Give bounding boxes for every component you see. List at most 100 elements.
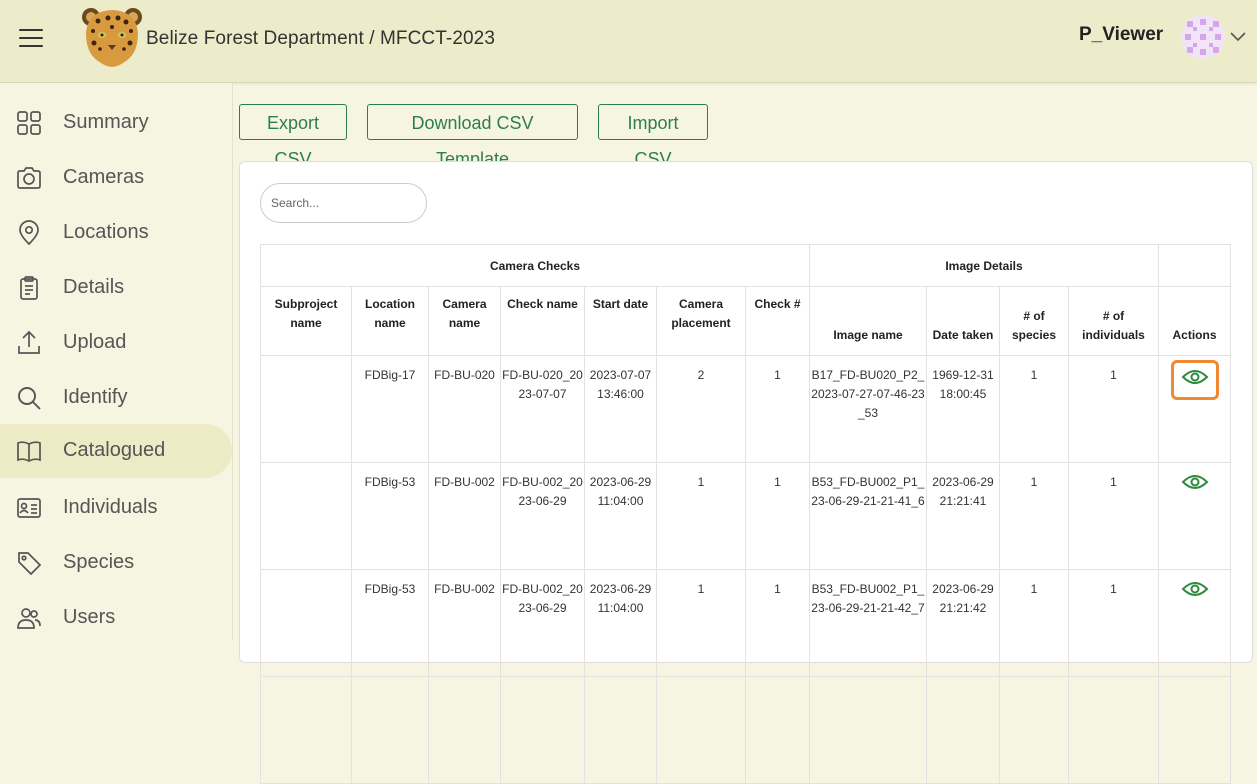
cell-image-name: B17_FD-BU020_P2_2023-07-27-07-46-23_53 (809, 355, 927, 463)
table-row[interactable]: FDBig-53 FD-BU-002 FD-BU-002_2023-06-29 … (260, 569, 1231, 677)
sidebar-item-cameras[interactable]: Cameras (0, 151, 232, 205)
cell-location: FDBig-53 (351, 462, 429, 570)
chevron-down-icon[interactable] (1229, 29, 1247, 43)
column-header-image-name[interactable]: Image name (809, 286, 927, 356)
cell-camera: FD-BU-002 (428, 569, 501, 677)
download-csv-template-button[interactable]: Download CSV Template (367, 104, 578, 169)
cell-start-date: 2023-07-07 13:46:00 (584, 355, 657, 463)
id-card-icon (17, 498, 41, 518)
cell-subproject (260, 462, 352, 570)
clipboard-icon (20, 276, 38, 300)
group-header-image-details: Image Details (809, 244, 1159, 287)
sidebar-item-label: Cameras (63, 166, 145, 188)
cell-actions (1158, 462, 1231, 570)
cell-check-name: FD-BU-002_2023-06-29 (500, 569, 585, 677)
sidebar-item-label: Individuals (63, 496, 158, 518)
search-icon (18, 387, 41, 410)
cell-image-name: B53_FD-BU002_P1_23-06-29-21-21-42_7 (809, 569, 927, 677)
cell-species: 1 (999, 569, 1069, 677)
sidebar-item-label: Summary (63, 111, 149, 133)
sidebar-item-label: Upload (63, 331, 127, 353)
column-header-camera[interactable]: Camera name (428, 286, 501, 356)
cell-check-number: 1 (745, 569, 810, 677)
column-header-species-count[interactable]: # of species (999, 286, 1069, 356)
sidebar-item-label: Users (63, 606, 116, 628)
cell-date-taken: 2023-06-29 21:21:41 (926, 462, 1000, 570)
cell-species: 1 (999, 355, 1069, 463)
catalogue-card: Camera Checks Image Details Subproject n… (239, 161, 1253, 784)
jaguar-logo (82, 8, 142, 67)
catalogue-table: Camera Checks Image Details Subproject n… (260, 244, 1231, 784)
cell-actions (1158, 355, 1231, 463)
search-input[interactable] (260, 183, 427, 223)
cell-individuals: 1 (1068, 462, 1159, 570)
cell-actions (1158, 569, 1231, 677)
cell-camera: FD-BU-002 (428, 462, 501, 570)
upload-icon (18, 330, 40, 354)
column-header-actions: Actions (1158, 286, 1231, 356)
cell-check-number: 1 (745, 355, 810, 463)
view-button[interactable] (1170, 360, 1219, 400)
cell-check-name: FD-BU-002_2023-06-29 (500, 462, 585, 570)
column-header-date-taken[interactable]: Date taken (926, 286, 1000, 356)
column-header-location[interactable]: Location name (351, 286, 429, 356)
cell-check-name: FD-BU-020_2023-07-07 (500, 355, 585, 463)
table-row-partial (260, 676, 1231, 784)
table-row[interactable]: FDBig-53 FD-BU-002 FD-BU-002_2023-06-29 … (260, 462, 1231, 570)
cell-species: 1 (999, 462, 1069, 570)
app-title: Belize Forest Department / MFCCT-2023 (146, 28, 495, 49)
camera-icon (17, 167, 41, 189)
username: P_Viewer (1079, 24, 1164, 45)
cell-placement: 1 (656, 462, 746, 570)
cell-date-taken: 1969-12-31 18:00:45 (926, 355, 1000, 463)
users-icon (17, 608, 41, 629)
cell-subproject (260, 569, 352, 677)
hamburger-icon[interactable] (19, 29, 43, 47)
cell-camera: FD-BU-020 (428, 355, 501, 463)
map-pin-icon (19, 220, 39, 246)
export-csv-button[interactable]: Export CSV (239, 104, 347, 169)
column-header-check-name[interactable]: Check name (500, 286, 585, 356)
eye-icon[interactable] (1181, 366, 1209, 388)
main-content: Export CSV Download CSV Template Import … (233, 83, 1257, 784)
sidebar: Summary Cameras Locations Details Upload… (0, 83, 233, 640)
sidebar-item-details[interactable]: Details (0, 261, 232, 315)
column-header-start-date[interactable]: Start date (584, 286, 657, 356)
cell-placement: 2 (656, 355, 746, 463)
group-header-empty (1158, 244, 1231, 287)
table-header-row: Subproject name Location name Camera nam… (260, 286, 1231, 356)
sidebar-item-label: Catalogued (63, 439, 166, 461)
sidebar-item-identify[interactable]: Identify (0, 371, 232, 425)
eye-icon[interactable] (1181, 471, 1209, 493)
eye-icon[interactable] (1181, 578, 1209, 600)
book-icon (17, 441, 41, 462)
sidebar-item-label: Species (63, 551, 135, 573)
sidebar-item-label: Identify (63, 386, 128, 408)
cell-date-taken: 2023-06-29 21:21:42 (926, 569, 1000, 677)
sidebar-item-label: Locations (63, 221, 149, 243)
sidebar-item-individuals[interactable]: Individuals (0, 481, 232, 535)
sidebar-item-summary[interactable]: Summary (0, 96, 232, 150)
sidebar-item-locations[interactable]: Locations (0, 206, 232, 260)
import-csv-button[interactable]: Import CSV (598, 104, 708, 169)
sidebar-item-catalogued[interactable]: Catalogued (0, 424, 232, 478)
sidebar-item-species[interactable]: Species (0, 536, 232, 590)
column-header-camera-placement[interactable]: Camera placement (656, 286, 746, 356)
tag-icon (18, 552, 42, 576)
cell-placement: 1 (656, 569, 746, 677)
cell-start-date: 2023-06-29 11:04:00 (584, 569, 657, 677)
column-header-subproject[interactable]: Subproject name (260, 286, 352, 356)
column-header-check-number[interactable]: Check # (745, 286, 810, 356)
column-header-individuals-count[interactable]: # of individuals (1068, 286, 1159, 356)
cell-individuals: 1 (1068, 355, 1159, 463)
avatar[interactable] (1181, 15, 1225, 59)
group-header-camera-checks: Camera Checks (260, 244, 810, 287)
grid-icon (17, 111, 41, 135)
sidebar-item-users[interactable]: Users (0, 591, 232, 645)
sidebar-item-label: Details (63, 276, 125, 298)
sidebar-item-upload[interactable]: Upload (0, 316, 232, 370)
cell-check-number: 1 (745, 462, 810, 570)
table-row[interactable]: FDBig-17 FD-BU-020 FD-BU-020_2023-07-07 … (260, 355, 1231, 463)
cell-individuals: 1 (1068, 569, 1159, 677)
cell-location: FDBig-53 (351, 569, 429, 677)
